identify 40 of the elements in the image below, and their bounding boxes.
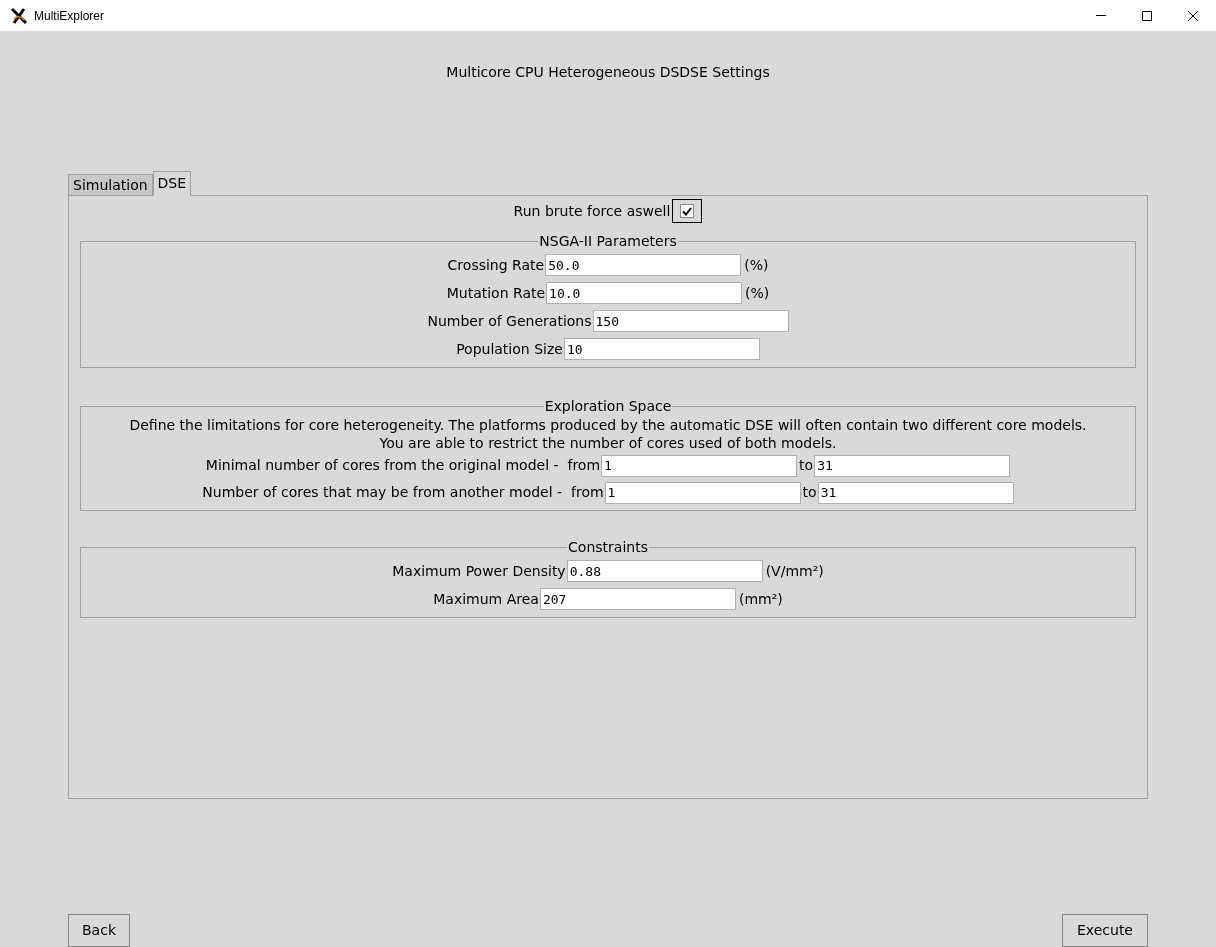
close-icon <box>1188 10 1198 21</box>
field-label: Maximum Area <box>433 589 539 609</box>
group-title: Exploration Space <box>543 397 673 415</box>
description-text: Define the limitations for core heterogeneity. The platforms produced by the automatic DSE will often contain two different core models. <box>129 416 1087 434</box>
field-label: Population Size <box>456 339 563 359</box>
maximize-icon <box>1142 10 1152 21</box>
input-field[interactable]: 31 <box>817 481 1014 504</box>
field-label: to <box>802 483 817 502</box>
field-label: to <box>799 456 814 475</box>
input-field[interactable]: 1 <box>604 481 801 504</box>
app-logo-icon <box>10 7 28 24</box>
brute-force-checkbox[interactable] <box>672 199 703 223</box>
unit-label: (mm²) <box>738 589 783 609</box>
input-field[interactable]: 50.0 <box>545 254 742 276</box>
field-label: Minimal number of cores from the original model - from <box>205 456 601 475</box>
settings-heading: Multicore CPU Heterogeneous DSDSE Settings <box>446 63 770 82</box>
window-title: MultiExplorer <box>34 7 105 25</box>
back-button[interactable]: Back <box>68 914 130 947</box>
field-label: Crossing Rate <box>447 255 545 275</box>
execute-button[interactable]: Execute <box>1062 914 1148 947</box>
input-field[interactable]: 207 <box>539 588 736 610</box>
unit-label: (%) <box>744 255 769 275</box>
minimize-icon <box>1096 15 1106 16</box>
input-field[interactable]: 1 <box>601 454 798 477</box>
input-field[interactable]: 0.88 <box>566 560 763 582</box>
unit-label: (%) <box>745 283 770 303</box>
input-field[interactable]: 150 <box>592 310 789 332</box>
field-label: Maximum Power Density <box>392 561 566 581</box>
check-icon <box>682 206 693 216</box>
input-field[interactable]: 10.0 <box>546 282 743 304</box>
field-label: Mutation Rate <box>446 283 546 303</box>
tab[interactable]: DSE <box>152 171 192 196</box>
description-text: You are able to restrict the number of cores used of both models. <box>379 434 837 452</box>
input-field[interactable]: 10 <box>563 338 760 360</box>
input-field[interactable]: 31 <box>814 454 1011 477</box>
unit-label: (V/mm²) <box>765 561 824 581</box>
tab[interactable]: Simulation <box>68 174 153 196</box>
field-label: Number of Generations <box>427 311 592 331</box>
field-label: Number of cores that may be from another model - from <box>202 483 604 502</box>
checkbox-label: Run brute force aswell <box>513 201 671 221</box>
